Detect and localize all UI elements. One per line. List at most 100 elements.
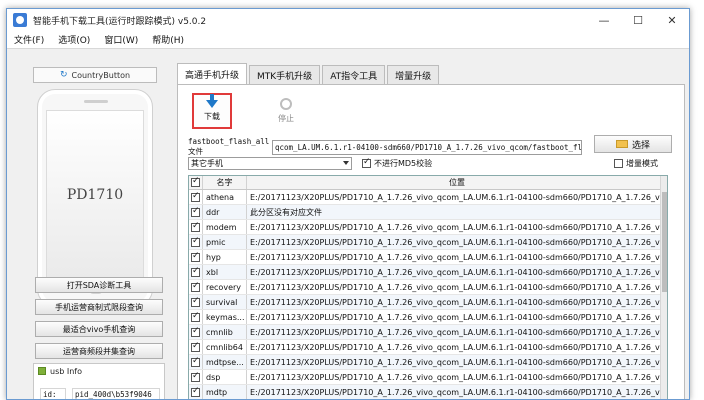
table-row[interactable]: pmicE:/20171123/X20PLUS/PD1710_A_1.7.26_… (189, 235, 667, 250)
window-title: 智能手机下载工具(运行时跟踪模式) v5.0.2 (33, 16, 207, 27)
vertical-scrollbar[interactable] (660, 176, 667, 399)
row-checkbox[interactable] (191, 266, 200, 277)
table-row[interactable]: dspE:/20171123/X20PLUS/PD1710_A_1.7.26_v… (189, 370, 667, 385)
row-checkbox[interactable] (191, 341, 200, 352)
row-path: E:/20171123/X20PLUS/PD1710_A_1.7.26_vivo… (250, 357, 667, 367)
tab-qualcomm-upgrade[interactable]: 高通手机升级 (177, 63, 248, 85)
tab-incremental-upgrade[interactable]: 增量升级 (387, 65, 440, 85)
row-check-cell (189, 190, 203, 204)
row-checkbox[interactable] (191, 356, 200, 367)
row-checkbox[interactable] (191, 251, 200, 262)
row-check-cell (189, 385, 203, 399)
row-name: cmnlib (203, 325, 247, 339)
table-row[interactable]: mdtpse...E:/20171123/X20PLUS/PD1710_A_1.… (189, 355, 667, 370)
stop-button[interactable]: 停止 (266, 93, 306, 129)
row-name: athena (203, 190, 247, 204)
row-path: E:/20171123/X20PLUS/PD1710_A_1.7.26_vivo… (250, 192, 667, 202)
carrier-band-query-button[interactable]: 手机运营商制式限段查询 (35, 299, 163, 315)
band-union-query-button[interactable]: 运营商频段并集查询 (35, 343, 163, 359)
row-check-cell (189, 355, 203, 369)
row-checkbox[interactable] (191, 206, 200, 217)
phone-image: PD1710 (37, 89, 153, 307)
row-checkbox[interactable] (191, 296, 200, 307)
row-checkbox[interactable] (191, 326, 200, 337)
row-check-cell (189, 310, 203, 324)
row-path: E:/20171123/X20PLUS/PD1710_A_1.7.26_vivo… (250, 237, 667, 247)
options-row: 其它手机 不进行MD5校验 增量模式 (188, 157, 678, 171)
row-path: E:/20171123/X20PLUS/PD1710_A_1.7.26_vivo… (250, 282, 667, 292)
file-row: fastboot_flash_all文件 qcom_LA.UM.6.1.r1-0… (188, 137, 582, 157)
table-row[interactable]: recoveryE:/20171123/X20PLUS/PD1710_A_1.7… (189, 280, 667, 295)
table-row[interactable]: ddr此分区没有对应文件 (189, 205, 667, 220)
select-label: 选择 (631, 140, 650, 151)
row-check-cell (189, 220, 203, 234)
close-button[interactable]: ✕ (655, 9, 689, 31)
tab-bar: 高通手机升级 MTK手机升级 AT指令工具 增量升级 (177, 63, 441, 85)
select-file-button[interactable]: 选择 (594, 135, 672, 153)
menu-help[interactable]: 帮助(H) (145, 33, 191, 46)
row-name: survival (203, 295, 247, 309)
scrollbar-thumb[interactable] (662, 192, 667, 292)
table-row[interactable]: survivalE:/20171123/X20PLUS/PD1710_A_1.7… (189, 295, 667, 310)
usb-info-row: id: pid_400d\b53f9046 (40, 388, 160, 399)
tab-mtk-upgrade[interactable]: MTK手机升级 (249, 65, 321, 85)
table-header: 名字 位置 (189, 176, 667, 190)
row-path: E:/20171123/X20PLUS/PD1710_A_1.7.26_vivo… (250, 312, 667, 322)
row-path: E:/20171123/X20PLUS/PD1710_A_1.7.26_vivo… (250, 387, 667, 397)
row-check-cell (189, 340, 203, 354)
row-path: E:/20171123/X20PLUS/PD1710_A_1.7.26_vivo… (250, 222, 667, 232)
table-row[interactable]: cmnlibE:/20171123/X20PLUS/PD1710_A_1.7.2… (189, 325, 667, 340)
minimize-button[interactable]: — (587, 9, 621, 31)
select-all-cell (189, 176, 203, 189)
row-check-cell (189, 370, 203, 384)
table-row[interactable]: cmnlib64E:/20171123/X20PLUS/PD1710_A_1.7… (189, 340, 667, 355)
row-name: recovery (203, 280, 247, 294)
row-name: mdtpse... (203, 355, 247, 369)
row-check-cell (189, 235, 203, 249)
file-path-input[interactable]: qcom_LA.UM.6.1.r1-04100-sdm660/PD1710_A_… (272, 139, 582, 155)
maximize-button[interactable]: ☐ (621, 9, 655, 31)
row-checkbox[interactable] (191, 371, 200, 382)
menu-window[interactable]: 窗口(W) (97, 33, 145, 46)
row-checkbox[interactable] (191, 191, 200, 202)
menu-options[interactable]: 选项(O) (51, 33, 97, 46)
table-row[interactable]: keymas...E:/20171123/X20PLUS/PD1710_A_1.… (189, 310, 667, 325)
skip-md5-option[interactable]: 不进行MD5校验 (362, 157, 432, 169)
table-row[interactable]: athenaE:/20171123/X20PLUS/PD1710_A_1.7.2… (189, 190, 667, 205)
phone-type-value: 其它手机 (191, 159, 223, 168)
phone-speaker (84, 100, 108, 103)
tab-at-command[interactable]: AT指令工具 (322, 65, 386, 85)
row-checkbox[interactable] (191, 311, 200, 322)
table-row[interactable]: xblE:/20171123/X20PLUS/PD1710_A_1.7.26_v… (189, 265, 667, 280)
open-sda-tool-button[interactable]: 打开SDA诊断工具 (35, 277, 163, 293)
menu-bar: 文件(F) 选项(O) 窗口(W) 帮助(H) (7, 31, 689, 49)
vivo-phone-query-button[interactable]: 最适合vivo手机查询 (35, 321, 163, 337)
skip-md5-checkbox[interactable] (362, 157, 371, 168)
row-name: keymas... (203, 310, 247, 324)
country-button[interactable]: ↻ CountryButton (33, 67, 157, 83)
column-name[interactable]: 名字 (203, 176, 247, 189)
incremental-checkbox[interactable] (614, 159, 623, 168)
stop-label: 停止 (278, 114, 294, 123)
download-button[interactable]: 下载 (192, 93, 232, 129)
column-location[interactable]: 位置 (247, 176, 667, 189)
row-name: modem (203, 220, 247, 234)
row-checkbox[interactable] (191, 236, 200, 247)
phone-type-select[interactable]: 其它手机 (188, 157, 352, 170)
menu-file[interactable]: 文件(F) (7, 33, 51, 46)
chevron-down-icon (343, 161, 349, 165)
row-name: hyp (203, 250, 247, 264)
incremental-option[interactable]: 增量模式 (614, 158, 658, 169)
table-row[interactable]: hypE:/20171123/X20PLUS/PD1710_A_1.7.26_v… (189, 250, 667, 265)
row-checkbox[interactable] (191, 221, 200, 232)
incremental-label: 增量模式 (626, 159, 658, 168)
row-checkbox[interactable] (191, 281, 200, 292)
app-window: 智能手机下载工具(运行时跟踪模式) v5.0.2 — ☐ ✕ 文件(F) 选项(… (6, 8, 690, 400)
table-row[interactable]: mdtpE:/20171123/X20PLUS/PD1710_A_1.7.26_… (189, 385, 667, 399)
main-content: 下载 停止 fastboot_flash_all文件 qcom_LA.UM.6.… (177, 84, 685, 399)
row-checkbox[interactable] (191, 386, 200, 397)
window-controls: — ☐ ✕ (587, 9, 689, 31)
table-row[interactable]: modemE:/20171123/X20PLUS/PD1710_A_1.7.26… (189, 220, 667, 235)
select-all-checkbox[interactable] (191, 176, 200, 187)
row-path: E:/20171123/X20PLUS/PD1710_A_1.7.26_vivo… (250, 327, 667, 337)
